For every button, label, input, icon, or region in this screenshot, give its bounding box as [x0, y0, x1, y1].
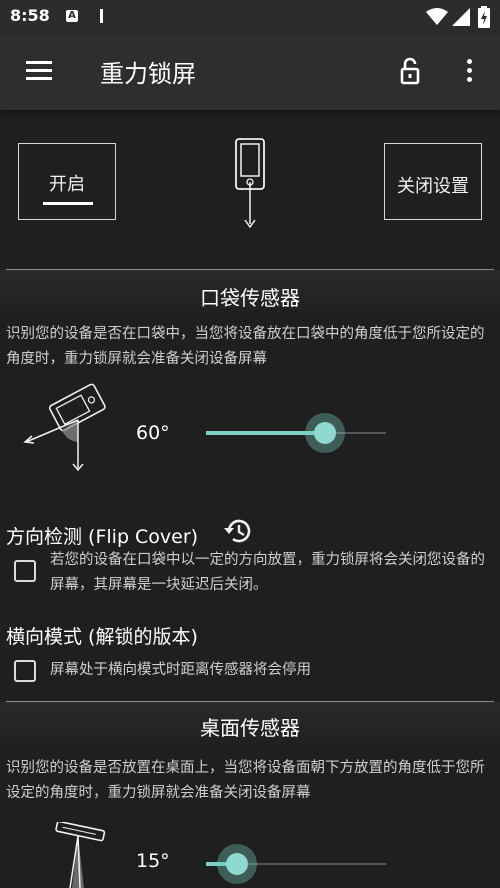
- signal-icon: [452, 8, 470, 26]
- pocket-sensor-description: 识别您的设备是否在口袋中，当您将设备放在口袋中的角度低于您所设定的角度时，重力锁…: [6, 326, 485, 367]
- more-dot: [466, 77, 472, 82]
- status-time: 8:58: [10, 6, 50, 25]
- app-bar: 重力锁屏: [0, 34, 500, 110]
- table-sensor-description: 识别您的设备是否放置在桌面上，当您将设备面朝下方放置的角度低于您所设定的角度时，…: [6, 760, 485, 801]
- slider-thumb[interactable]: [313, 422, 336, 444]
- pocket-angle-slider[interactable]: [206, 413, 386, 453]
- landscape-mode-title: 横向模式 (解锁的版本): [6, 626, 198, 648]
- menu-icon-line: [26, 61, 52, 64]
- enable-underline: [43, 202, 93, 205]
- history-icon[interactable]: [222, 516, 254, 546]
- phone-gravity-icon: [235, 138, 265, 229]
- pocket-angle-icon: [23, 383, 106, 472]
- table-sensor-title: 桌面传感器: [200, 716, 300, 740]
- menu-icon-line: [26, 69, 52, 72]
- wifi-icon: [426, 8, 448, 25]
- battery-icon: [478, 6, 490, 28]
- more-dot: [466, 68, 472, 73]
- table-angle-slider[interactable]: [206, 844, 386, 884]
- pocket-sensor-title: 口袋传感器: [200, 286, 300, 310]
- landscape-mode-description: 屏幕处于横向模式时距离传感器将会停用: [50, 662, 311, 678]
- flip-cover-description: 若您的设备在口袋中以一定的方向放置，重力锁屏将会关闭您设备的屏幕，其屏幕是一块延…: [50, 552, 485, 593]
- app-notification-icon: A: [66, 10, 78, 22]
- table-angle-icon: [55, 822, 106, 888]
- menu-icon-line: [26, 77, 52, 80]
- enable-button[interactable]: 开启: [18, 143, 116, 220]
- more-options-button[interactable]: [460, 56, 478, 88]
- close-settings-label: 关闭设置: [397, 176, 469, 197]
- pocket-angle-value: 60°: [136, 422, 170, 444]
- table-angle-value: 15°: [136, 850, 170, 872]
- app-title: 重力锁屏: [100, 60, 196, 88]
- menu-button[interactable]: [22, 56, 56, 88]
- more-dot: [466, 59, 472, 64]
- enable-label: 开启: [49, 174, 85, 195]
- flip-cover-title: 方向检测 (Flip Cover): [6, 526, 199, 548]
- lock-open-icon[interactable]: [396, 56, 424, 86]
- flip-cover-checkbox[interactable]: [14, 560, 36, 582]
- status-bar: 8:58 A: [0, 0, 500, 34]
- notification-bar-icon: [100, 9, 103, 23]
- slider-thumb[interactable]: [225, 853, 248, 875]
- landscape-mode-checkbox[interactable]: [14, 660, 36, 682]
- close-settings-button[interactable]: 关闭设置: [384, 143, 482, 220]
